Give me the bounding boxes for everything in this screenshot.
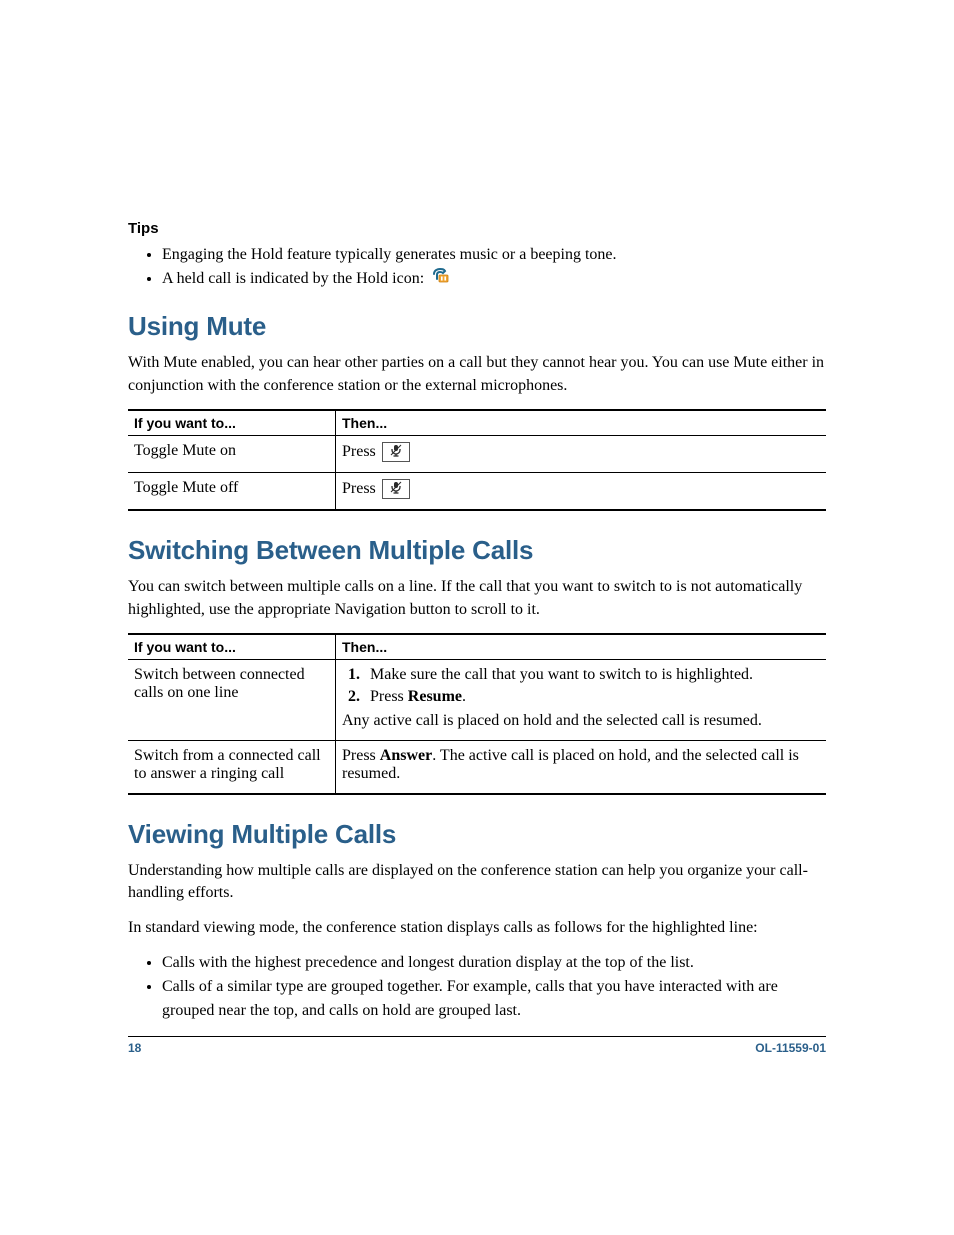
press-label: Press: [342, 480, 376, 497]
table-cell: Toggle Mute on: [128, 436, 336, 473]
page-number: 18: [128, 1041, 141, 1055]
hold-icon: [432, 267, 450, 291]
table-row: Toggle Mute on Press: [128, 436, 826, 473]
table-header: Then...: [336, 410, 827, 436]
table-header: Then...: [336, 634, 827, 660]
switching-heading: Switching Between Multiple Calls: [128, 535, 826, 566]
viewing-heading: Viewing Multiple Calls: [128, 819, 826, 850]
press-label: Press: [342, 443, 376, 460]
table-header: If you want to...: [128, 410, 336, 436]
viewing-p2: In standard viewing mode, the conference…: [128, 917, 826, 939]
cell-text: Press: [342, 747, 380, 764]
page-footer: 18 OL-11559-01: [128, 1036, 826, 1055]
mute-table: If you want to... Then... Toggle Mute on…: [128, 409, 826, 511]
table-cell: Switch from a connected call to answer a…: [128, 740, 336, 794]
table-cell: Press Answer. The active call is placed …: [336, 740, 827, 794]
table-header: If you want to...: [128, 634, 336, 660]
tips-section: Tips Engaging the Hold feature typically…: [128, 220, 826, 291]
viewing-list: Calls with the highest precedence and lo…: [128, 951, 826, 1023]
using-mute-heading: Using Mute: [128, 311, 826, 342]
viewing-p1: Understanding how multiple calls are dis…: [128, 860, 826, 905]
table-cell: Switch between connected calls on one li…: [128, 659, 336, 740]
step-text: .: [462, 688, 466, 705]
document-id: OL-11559-01: [755, 1041, 826, 1055]
mute-button-icon: [382, 442, 410, 462]
table-row: Switch from a connected call to answer a…: [128, 740, 826, 794]
answer-label: Answer: [380, 747, 432, 764]
table-row: Switch between connected calls on one li…: [128, 659, 826, 740]
table-cell: Make sure the call that you want to swit…: [336, 659, 827, 740]
step-item: Press Resume.: [364, 688, 820, 706]
tips-item-text: A held call is indicated by the Hold ico…: [162, 270, 424, 287]
tips-heading: Tips: [128, 220, 826, 237]
table-row: Toggle Mute off Press: [128, 473, 826, 511]
table-cell: Toggle Mute off: [128, 473, 336, 511]
tips-item: A held call is indicated by the Hold ico…: [162, 267, 826, 291]
table-cell: Press: [336, 473, 827, 511]
resume-label: Resume: [408, 688, 462, 705]
viewing-item: Calls of a similar type are grouped toge…: [162, 975, 826, 1023]
tips-list: Engaging the Hold feature typically gene…: [128, 243, 826, 291]
using-mute-intro: With Mute enabled, you can hear other pa…: [128, 352, 826, 397]
table-cell: Press: [336, 436, 827, 473]
steps-list: Make sure the call that you want to swit…: [342, 666, 820, 706]
step-note: Any active call is placed on hold and th…: [342, 712, 820, 730]
switching-intro: You can switch between multiple calls on…: [128, 576, 826, 621]
step-item: Make sure the call that you want to swit…: [364, 666, 820, 684]
step-text: Press: [370, 688, 408, 705]
document-page: Tips Engaging the Hold feature typically…: [0, 0, 954, 1235]
viewing-item: Calls with the highest precedence and lo…: [162, 951, 826, 975]
switching-table: If you want to... Then... Switch between…: [128, 633, 826, 795]
mute-button-icon: [382, 479, 410, 499]
tips-item: Engaging the Hold feature typically gene…: [162, 243, 826, 267]
